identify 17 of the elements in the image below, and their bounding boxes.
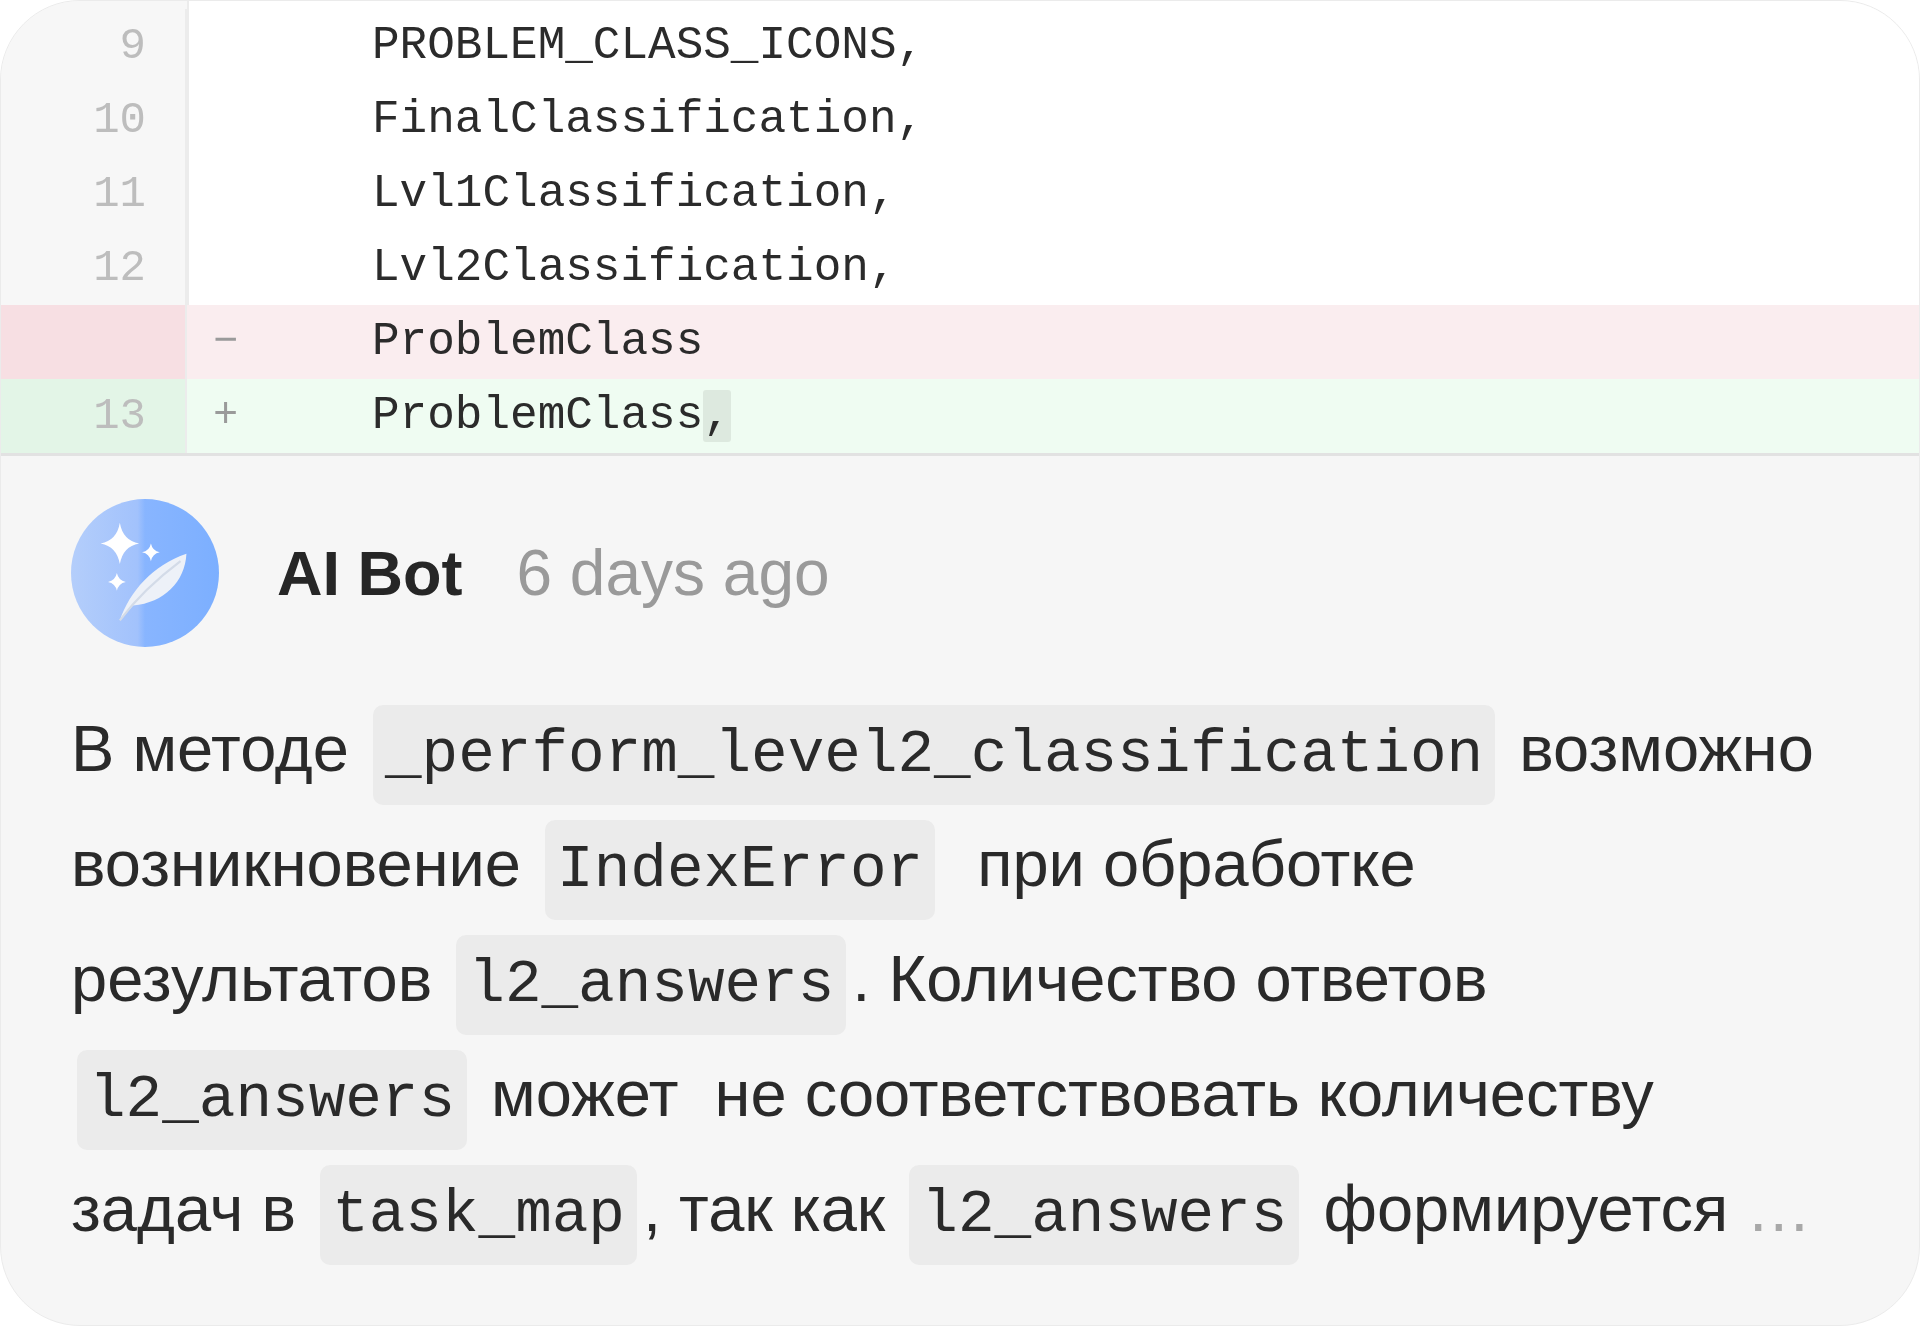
line-number: 11 <box>93 168 146 220</box>
diff-marker: + <box>213 391 239 442</box>
timestamp: 6 days ago <box>516 536 830 610</box>
line-number: 9 <box>119 20 146 72</box>
author-name: AI Bot <box>277 537 463 609</box>
line-number: 12 <box>93 242 146 294</box>
code-line: FinalClassification, <box>372 93 925 148</box>
line-number: 13 <box>93 390 146 442</box>
line-number: 10 <box>93 94 146 146</box>
code-line: PROBLEM_CLASS_ICONS, <box>372 19 925 74</box>
code-line: Lvl2Classification, <box>372 241 897 296</box>
code-line: ProblemClass, <box>372 389 731 444</box>
avatar-icon <box>71 499 219 647</box>
code-line: ProblemClass <box>372 315 704 370</box>
diff-marker: − <box>213 317 239 368</box>
code-line: Lvl1Classification, <box>372 167 897 222</box>
comment-text: В методе _perform_level2_classification возможно возникновение IndexError при обработке результатов l2_answers . Количество ответов l2_answers может не соответствовать количеству задач в task_map , так как l2_answers формируется … <box>71 691 1814 1266</box>
